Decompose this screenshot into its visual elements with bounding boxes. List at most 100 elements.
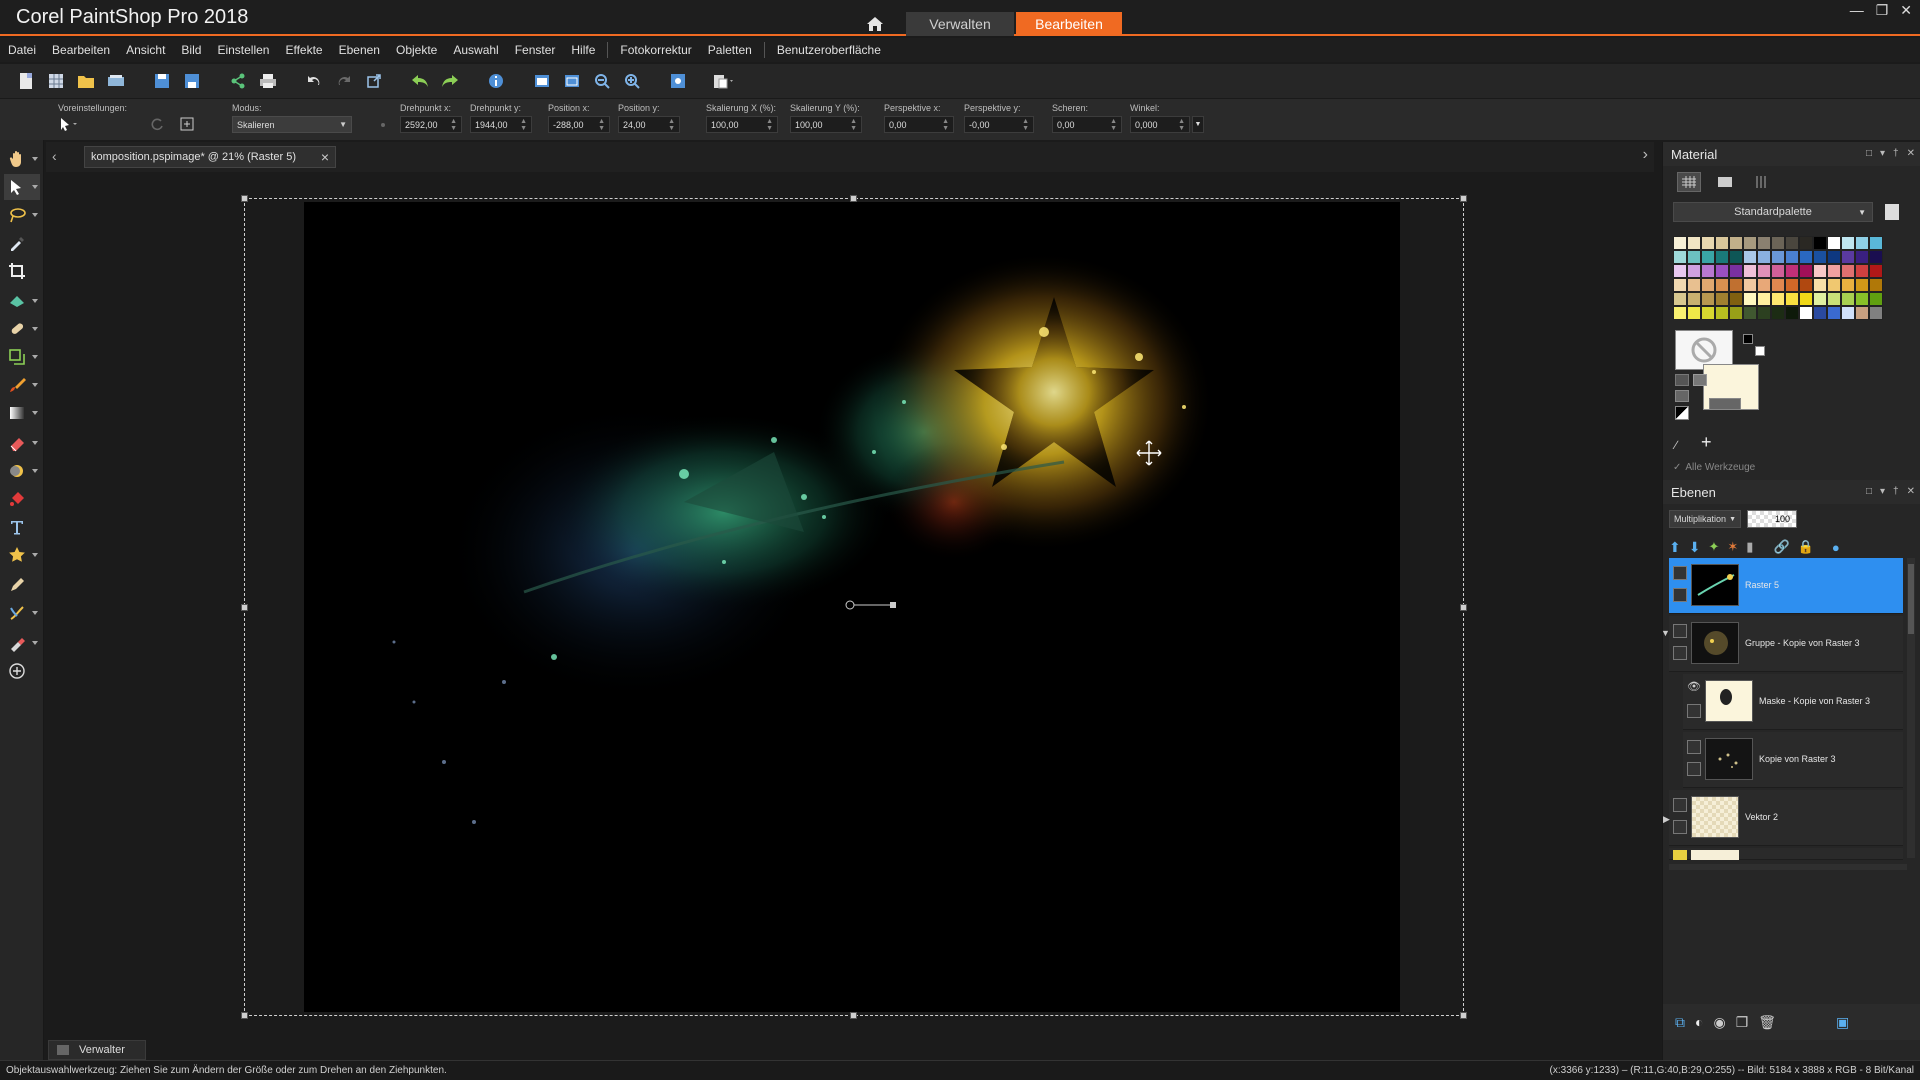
pick-tool[interactable] bbox=[4, 174, 40, 200]
visibility-eye-icon[interactable] bbox=[1673, 588, 1687, 602]
redo-step-icon[interactable] bbox=[332, 69, 356, 93]
maximize-icon[interactable]: ❐ bbox=[1876, 2, 1889, 19]
menu-bild[interactable]: Bild bbox=[173, 43, 209, 57]
menu-fotokorrektur[interactable]: Fotokorrektur bbox=[612, 43, 699, 57]
minimize-icon[interactable]: — bbox=[1850, 2, 1864, 19]
crop-tool[interactable] bbox=[4, 258, 40, 284]
pivot-icon[interactable] bbox=[376, 119, 390, 131]
color-swatch[interactable] bbox=[1855, 264, 1869, 278]
visibility-eye-icon[interactable]: 👁 bbox=[1687, 680, 1701, 693]
paste-icon[interactable] bbox=[712, 69, 736, 93]
visibility-eye-icon[interactable] bbox=[1687, 762, 1701, 776]
color-swatch[interactable] bbox=[1855, 278, 1869, 292]
color-swatch[interactable] bbox=[1771, 292, 1785, 306]
close-icon[interactable]: ✕ bbox=[1900, 2, 1912, 19]
mode-select[interactable]: Skalieren ▼ bbox=[232, 116, 352, 133]
scale-x-input[interactable]: 100,00 ▲ ▼ bbox=[706, 116, 778, 133]
angle-dropdown-button[interactable]: ▼ bbox=[1192, 116, 1204, 133]
eyedropper-icon[interactable]: ∕ bbox=[1675, 438, 1677, 452]
shape-tool[interactable] bbox=[4, 542, 40, 568]
color-swatch[interactable] bbox=[1841, 236, 1855, 250]
color-swatch[interactable] bbox=[1841, 250, 1855, 264]
panel-close-icon[interactable]: ✕ bbox=[1907, 486, 1915, 497]
pen-tool[interactable] bbox=[4, 572, 40, 598]
color-swatch[interactable] bbox=[1743, 306, 1757, 320]
resize-handle[interactable] bbox=[850, 195, 857, 202]
resize-handle[interactable] bbox=[1460, 604, 1467, 611]
menu-fenster[interactable]: Fenster bbox=[507, 43, 564, 57]
bg-style-icon[interactable] bbox=[1709, 398, 1741, 410]
color-swatches[interactable] bbox=[1673, 236, 1895, 320]
palette-library-icon[interactable] bbox=[1885, 204, 1899, 220]
color-swatch[interactable] bbox=[1673, 306, 1687, 320]
color-swatch[interactable] bbox=[1771, 264, 1785, 278]
pointer-preset-icon[interactable] bbox=[58, 116, 80, 132]
color-swatch[interactable] bbox=[1687, 264, 1701, 278]
color-swatch[interactable] bbox=[1799, 306, 1813, 320]
paint-brush-tool[interactable] bbox=[4, 372, 40, 398]
color-swatch[interactable] bbox=[1869, 236, 1883, 250]
add-swatch-icon[interactable]: + bbox=[1701, 432, 1712, 453]
scan-icon[interactable] bbox=[104, 69, 128, 93]
rainbow-view-icon[interactable] bbox=[1713, 172, 1737, 192]
color-swatch[interactable] bbox=[1729, 250, 1743, 264]
move-up-icon[interactable]: ⬆ bbox=[1669, 539, 1681, 556]
print-icon[interactable] bbox=[256, 69, 280, 93]
color-swatch[interactable] bbox=[1813, 236, 1827, 250]
color-swatch[interactable] bbox=[1841, 292, 1855, 306]
selection-bounding-box[interactable] bbox=[241, 195, 1467, 1019]
color-swatch[interactable] bbox=[1701, 264, 1715, 278]
color-swatch[interactable] bbox=[1729, 236, 1743, 250]
new-adjustment-icon[interactable]: ◉ bbox=[1713, 1014, 1725, 1031]
color-swatch[interactable] bbox=[1869, 306, 1883, 320]
duplicate-layer-icon[interactable]: ❐ bbox=[1736, 1014, 1749, 1031]
gradient-toggle-icon[interactable] bbox=[1675, 374, 1689, 386]
open-folder-icon[interactable] bbox=[74, 69, 98, 93]
perspective-y-input[interactable]: -0,00 ▲ ▼ bbox=[964, 116, 1034, 133]
delete-layer-icon[interactable]: 🗑 bbox=[1758, 1014, 1776, 1031]
color-swatch[interactable] bbox=[1799, 292, 1813, 306]
color-swatch[interactable] bbox=[1869, 292, 1883, 306]
color-swatch[interactable] bbox=[1687, 278, 1701, 292]
color-swatch[interactable] bbox=[1785, 236, 1799, 250]
resize-handle[interactable] bbox=[850, 1012, 857, 1019]
color-swatch[interactable] bbox=[1785, 264, 1799, 278]
layers-hscrollbar[interactable] bbox=[1669, 864, 1907, 870]
link-icon[interactable]: 🔗 bbox=[1773, 539, 1789, 555]
new-mask-icon[interactable]: ◐ bbox=[1695, 1014, 1703, 1030]
panel-float-icon[interactable]: □ bbox=[1866, 486, 1872, 497]
color-swatch[interactable] bbox=[1715, 292, 1729, 306]
save-preset-icon[interactable] bbox=[180, 117, 194, 131]
color-swatch[interactable] bbox=[1827, 250, 1841, 264]
color-swatch[interactable] bbox=[1687, 236, 1701, 250]
info-icon[interactable] bbox=[484, 69, 508, 93]
color-swatch[interactable] bbox=[1673, 264, 1687, 278]
layer-row-vector-2[interactable]: Vektor 2 bbox=[1669, 790, 1903, 846]
color-swatch[interactable] bbox=[1729, 306, 1743, 320]
layer-row-mask[interactable]: 👁 Maske - Kopie von Raster 3 bbox=[1683, 674, 1903, 730]
menu-hilfe[interactable]: Hilfe bbox=[563, 43, 603, 57]
opacity-field[interactable]: 100 bbox=[1747, 510, 1797, 528]
lasso-tool[interactable] bbox=[4, 202, 40, 228]
color-swatch[interactable] bbox=[1757, 292, 1771, 306]
resize-handle[interactable] bbox=[241, 195, 248, 202]
organizer-tab[interactable]: Verwalter bbox=[48, 1040, 146, 1060]
color-swatch[interactable] bbox=[1701, 292, 1715, 306]
color-swatch[interactable] bbox=[1827, 292, 1841, 306]
resize-handle[interactable] bbox=[241, 604, 248, 611]
color-swatch[interactable] bbox=[1673, 278, 1687, 292]
layer-adjust-icon[interactable]: ✶ bbox=[1727, 539, 1738, 555]
layer-row-group[interactable]: Gruppe - Kopie von Raster 3 bbox=[1669, 616, 1903, 672]
scroll-left-icon[interactable]: ‹ bbox=[52, 148, 57, 164]
palette-select[interactable]: Standardpalette ▼ bbox=[1673, 202, 1873, 222]
color-swatch[interactable] bbox=[1757, 236, 1771, 250]
layer-row-partial[interactable] bbox=[1669, 848, 1903, 860]
color-swatch[interactable] bbox=[1827, 278, 1841, 292]
color-swatch[interactable] bbox=[1729, 278, 1743, 292]
color-swatch[interactable] bbox=[1771, 278, 1785, 292]
mini-background-icon[interactable] bbox=[1755, 346, 1765, 356]
layer-effects-icon[interactable]: ✦ bbox=[1708, 539, 1719, 555]
color-swatch[interactable] bbox=[1855, 306, 1869, 320]
save-icon[interactable] bbox=[150, 69, 174, 93]
color-swatch[interactable] bbox=[1869, 250, 1883, 264]
